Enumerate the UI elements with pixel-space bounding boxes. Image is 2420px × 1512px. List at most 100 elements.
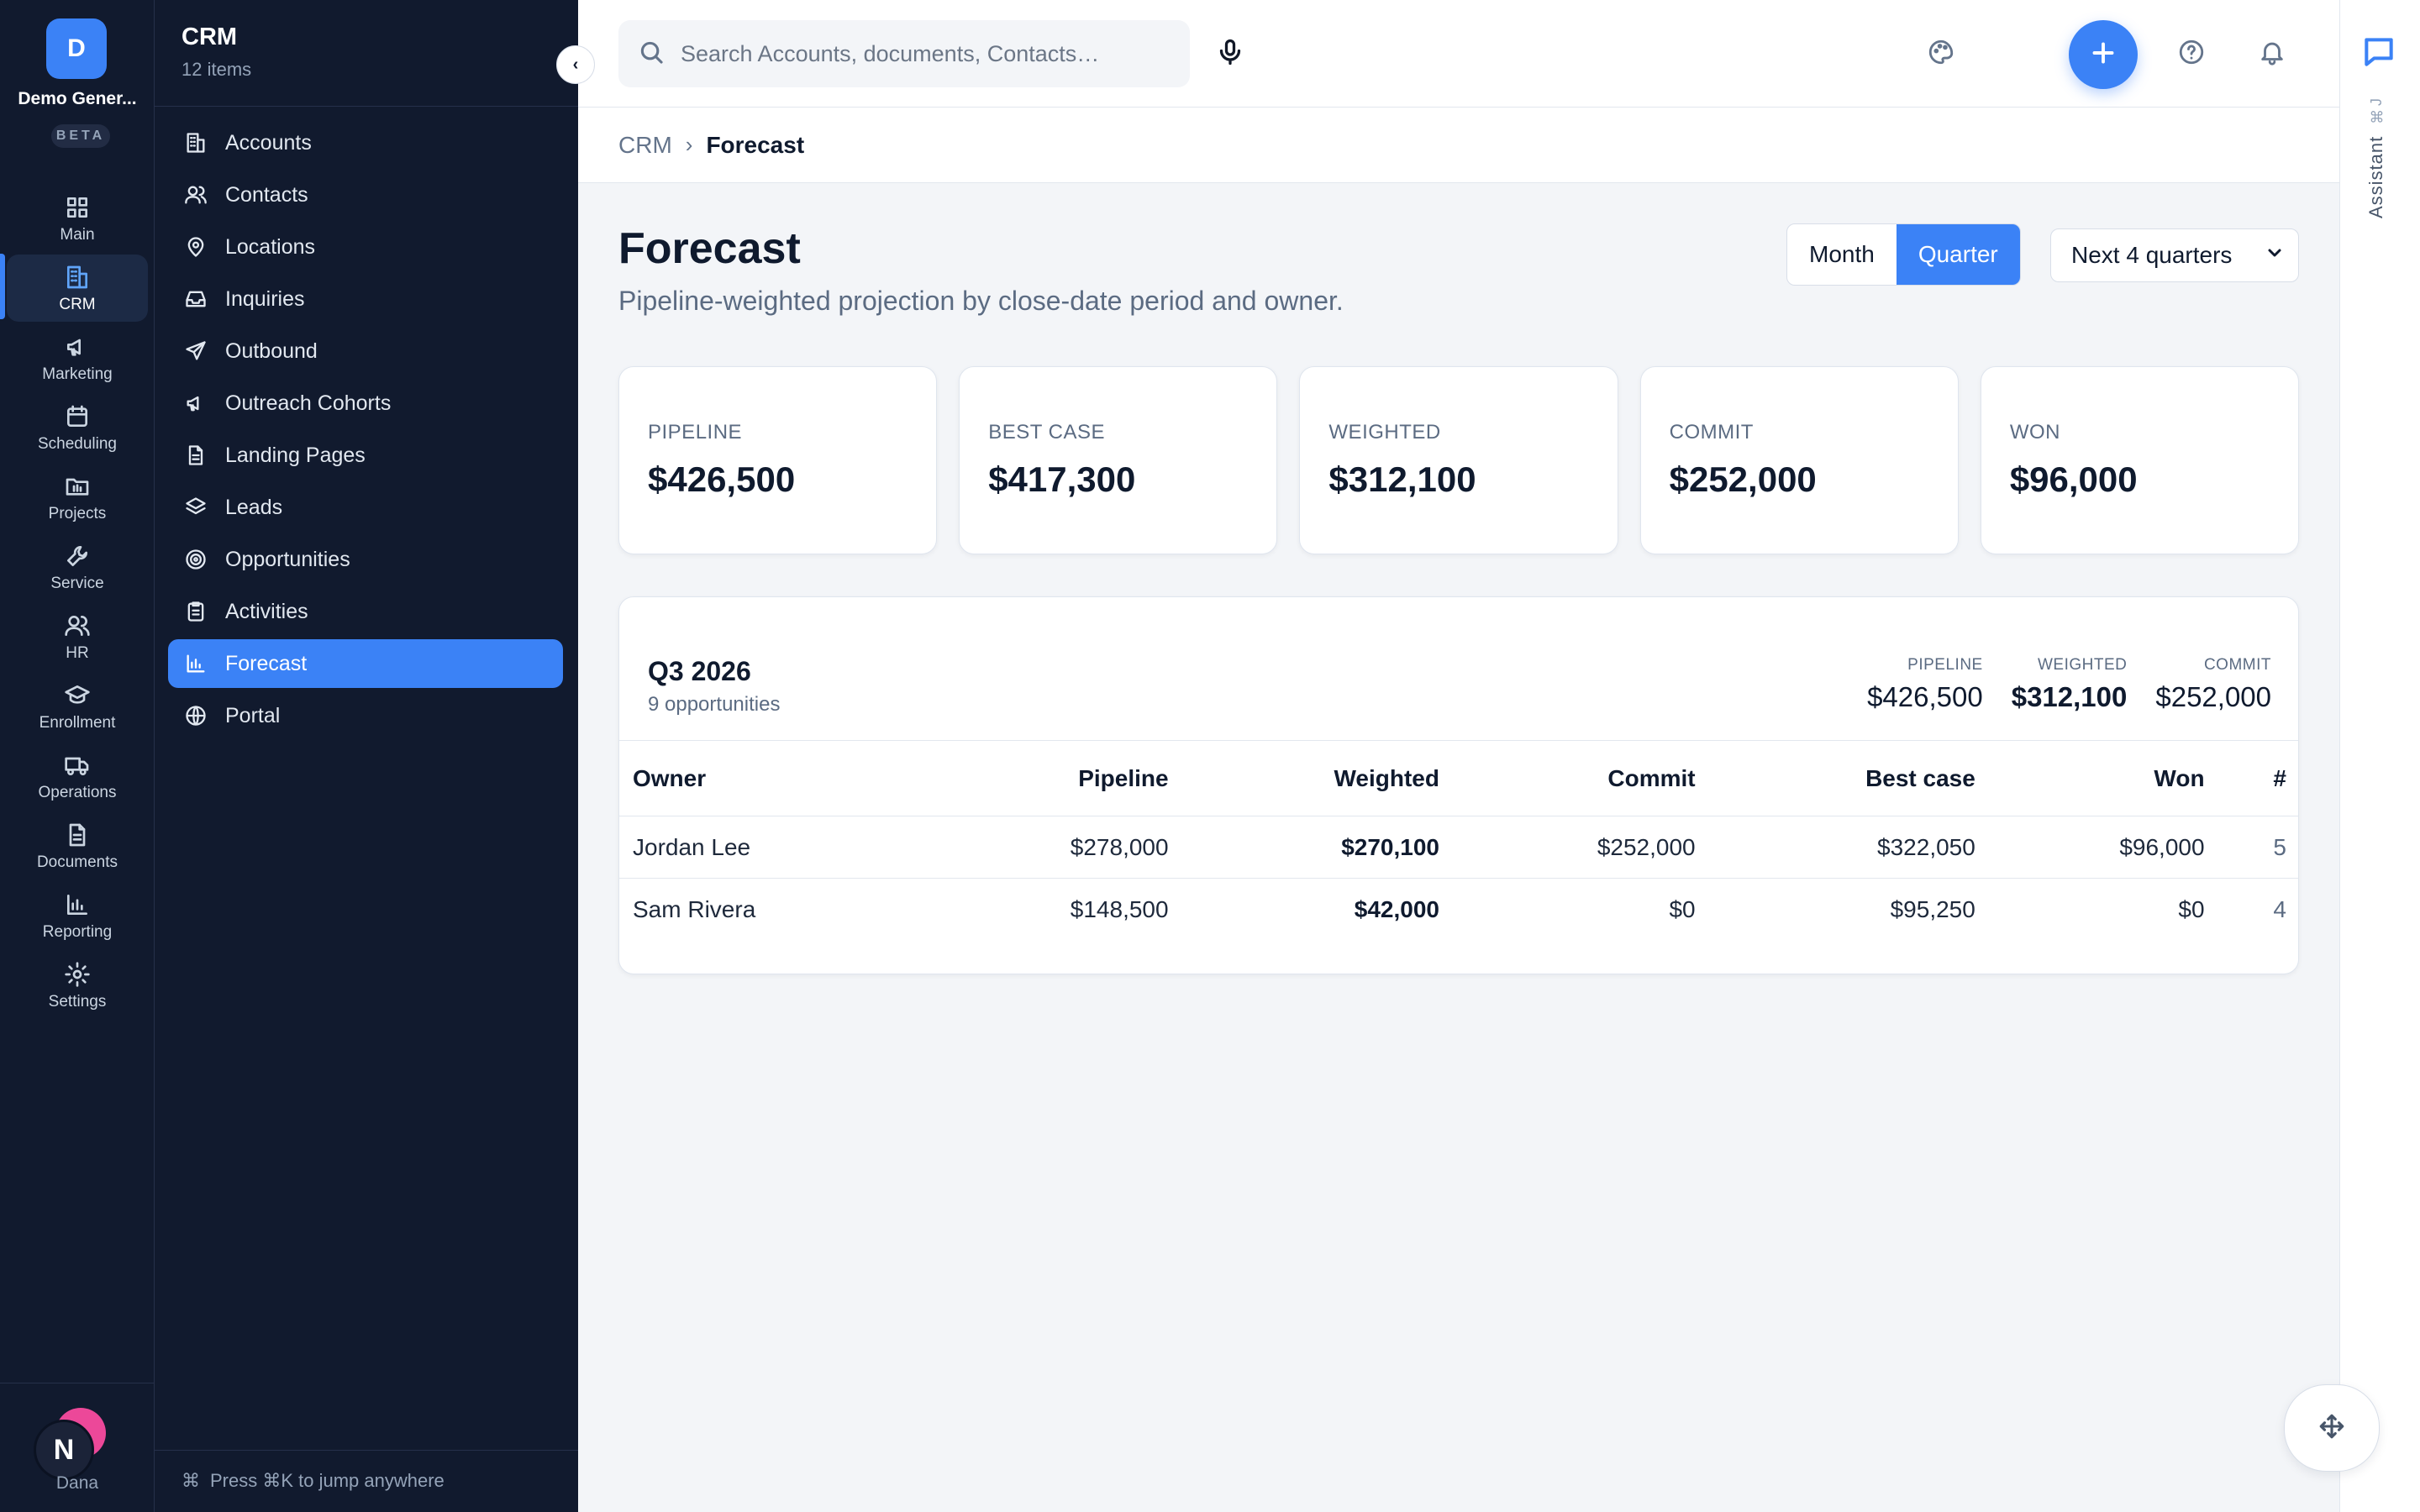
granularity-toggle: Month Quarter (1786, 223, 2021, 286)
notifications-button[interactable] (2255, 37, 2289, 71)
column-header-owner[interactable]: Owner (619, 740, 926, 816)
rail-item-reporting[interactable]: Reporting (7, 882, 148, 949)
cell-commit: $0 (1452, 878, 1709, 941)
send-icon (183, 339, 208, 364)
rail-item-hr[interactable]: HR (7, 603, 148, 670)
theme-button[interactable] (1924, 37, 1958, 71)
sidebar-item-opportunities[interactable]: Opportunities (168, 535, 563, 584)
rail-item-service[interactable]: Service (7, 533, 148, 601)
granularity-month-button[interactable]: Month (1787, 224, 1897, 285)
column-header-weighted[interactable]: Weighted (1181, 740, 1453, 816)
help-icon (2177, 38, 2206, 71)
rail-item-enrollment[interactable]: Enrollment (7, 673, 148, 740)
column-header-won[interactable]: Won (1988, 740, 2218, 816)
sidebar-item-leads[interactable]: Leads (168, 483, 563, 532)
gear-icon (62, 959, 92, 990)
period-opportunity-count: 9 opportunities (648, 693, 781, 716)
org-name[interactable]: Demo Gener... (0, 89, 155, 109)
assistant-label: Assistant ⌘J (2365, 84, 2387, 218)
rail-item-operations[interactable]: Operations (7, 743, 148, 810)
kpi-label: PIPELINE (648, 421, 743, 444)
rail-item-crm[interactable]: CRM (7, 255, 148, 322)
sidebar-item-contacts[interactable]: Contacts (168, 171, 563, 219)
granularity-quarter-button[interactable]: Quarter (1896, 224, 2020, 285)
breadcrumb-crm[interactable]: CRM (618, 132, 672, 159)
period-summary-pipeline: PIPELINE $426,500 (1867, 656, 1983, 713)
sidebar-item-outreach-cohorts[interactable]: Outreach Cohorts (168, 379, 563, 428)
sidebar-item-label: Outreach Cohorts (225, 391, 392, 415)
truck-icon (62, 750, 92, 780)
period-summary: PIPELINE $426,500 WEIGHTED $312,100 COMM… (1867, 656, 2271, 713)
kpi-card-weighted: WEIGHTED $312,100 (1299, 366, 1618, 554)
sidebar-item-label: Opportunities (225, 547, 350, 571)
column-header-count[interactable]: # (2217, 740, 2298, 816)
cell-weighted: $270,100 (1181, 816, 1453, 879)
sidebar-item-label: Forecast (225, 651, 308, 675)
page-subtitle: Pipeline-weighted projection by close-da… (618, 286, 1344, 316)
rail-item-label: Settings (48, 993, 107, 1011)
column-header-commit[interactable]: Commit (1452, 740, 1709, 816)
kpi-card-won: WON $96,000 (1980, 366, 2300, 554)
sidebar-item-portal[interactable]: Portal (168, 691, 563, 740)
sidebar-item-locations[interactable]: Locations (168, 223, 563, 271)
collapse-sidebar-button[interactable]: ‹ (556, 45, 595, 84)
chat-icon (2360, 34, 2399, 72)
help-button[interactable] (2175, 37, 2208, 71)
assistant-label-text: Assistant (2365, 135, 2386, 218)
megaphone-icon (62, 332, 92, 362)
cell-owner: Sam Rivera (619, 878, 926, 941)
rail-item-marketing[interactable]: Marketing (7, 324, 148, 391)
bell-icon (2258, 38, 2286, 71)
rail-item-label: HR (66, 644, 89, 662)
cell-owner: Jordan Lee (619, 816, 926, 879)
move-icon (2317, 1412, 2346, 1445)
command-palette-hint[interactable]: ⌘ Press ⌘K to jump anywhere (182, 1470, 445, 1492)
org-logo[interactable]: D (46, 18, 107, 79)
sidebar-item-landing-pages[interactable]: Landing Pages (168, 431, 563, 480)
rail-nav: Main CRM Marketing Scheduling Projects S… (7, 185, 148, 1021)
kpi-value: $96,000 (2009, 459, 2138, 499)
sidebar-item-inquiries[interactable]: Inquiries (168, 275, 563, 323)
summary-value: $426,500 (1867, 681, 1983, 712)
rail-item-label: Service (50, 575, 104, 592)
range-select[interactable]: Next 4 quarters (2050, 228, 2299, 282)
table-row[interactable]: Sam Rivera $148,500 $42,000 $0 $95,250 $… (619, 878, 2298, 941)
table-row[interactable]: Jordan Lee $278,000 $270,100 $252,000 $3… (619, 816, 2298, 879)
summary-value: $312,100 (2011, 681, 2128, 712)
rail-item-scheduling[interactable]: Scheduling (7, 394, 148, 461)
user-name[interactable]: Dana (0, 1473, 155, 1494)
user-avatar[interactable]: N (34, 1420, 94, 1480)
sidebar-item-forecast[interactable]: Forecast (168, 639, 563, 688)
plus-icon (2088, 38, 2118, 72)
create-new-button[interactable] (2069, 20, 2138, 89)
kpi-card-commit: COMMIT $252,000 (1639, 366, 1959, 554)
rail-item-main[interactable]: Main (7, 185, 148, 252)
sidebar-divider (155, 106, 578, 107)
move-widget-button[interactable] (2284, 1384, 2380, 1472)
rail-item-projects[interactable]: Projects (7, 464, 148, 531)
users-icon (183, 182, 208, 207)
grid-icon (62, 192, 92, 223)
command-key-icon: ⌘ (182, 1470, 200, 1491)
search-input[interactable] (681, 40, 1160, 67)
sidebar-nav: Accounts Contacts Locations Inquiries Ou… (168, 118, 563, 743)
cell-weighted: $42,000 (1181, 878, 1453, 941)
sidebar-item-activities[interactable]: Activities (168, 587, 563, 636)
rail-item-documents[interactable]: Documents (7, 812, 148, 879)
rail-item-settings[interactable]: Settings (7, 952, 148, 1019)
column-header-best-case[interactable]: Best case (1708, 740, 1989, 816)
beta-badge: BETA (51, 124, 110, 148)
microphone-icon (1215, 39, 1245, 71)
sidebar-item-label: Leads (225, 495, 283, 519)
kpi-value: $312,100 (1328, 459, 1476, 499)
sidebar-item-accounts[interactable]: Accounts (168, 118, 563, 167)
search-icon (637, 38, 666, 71)
bar-chart-icon (62, 890, 92, 920)
column-header-pipeline[interactable]: Pipeline (925, 740, 1182, 816)
voice-search-button[interactable] (1215, 37, 1249, 71)
assistant-shortcut: ⌘J (2368, 97, 2385, 124)
assistant-panel-toggle[interactable]: Assistant ⌘J (2339, 0, 2420, 1512)
global-search[interactable] (618, 20, 1190, 87)
sidebar-item-outbound[interactable]: Outbound (168, 327, 563, 375)
file-icon (183, 443, 208, 468)
